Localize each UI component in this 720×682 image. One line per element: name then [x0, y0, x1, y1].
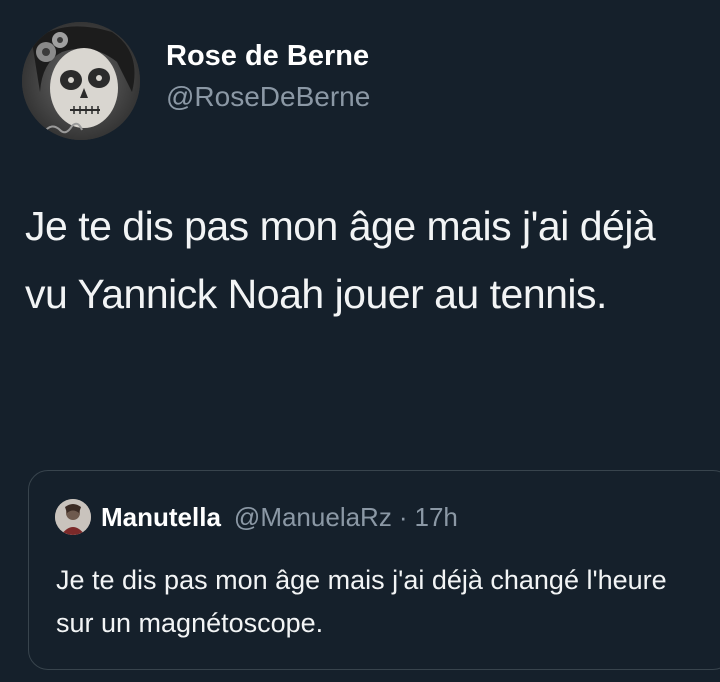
author-avatar[interactable] [22, 22, 140, 140]
quoted-author-avatar[interactable] [55, 499, 91, 535]
author-handle[interactable]: @RoseDeBerne [166, 78, 370, 116]
sugar-skull-avatar-icon [22, 22, 140, 140]
tweet-card: Rose de Berne @RoseDeBerne Je te dis pas… [0, 0, 720, 682]
time-separator: · [398, 501, 408, 532]
author-names: Rose de Berne @RoseDeBerne [166, 38, 370, 116]
quoted-tweet-text: Je te dis pas mon âge mais j'ai déjà cha… [56, 565, 667, 638]
photo-avatar-icon [55, 499, 91, 535]
quoted-tweet[interactable]: Manutella @ManuelaRz · 17h Je te dis pas… [28, 470, 720, 670]
quoted-tweet-header: Manutella @ManuelaRz · 17h [55, 499, 458, 535]
quoted-author-handle[interactable]: @ManuelaRz [234, 502, 392, 533]
author-display-name[interactable]: Rose de Berne [166, 38, 370, 74]
quoted-author-display-name[interactable]: Manutella [101, 502, 221, 533]
tweet-text: Je te dis pas mon âge mais j'ai déjà vu … [25, 203, 656, 317]
quoted-tweet-time[interactable]: 17h [415, 502, 458, 533]
tweet-header: Rose de Berne @RoseDeBerne [22, 22, 370, 140]
